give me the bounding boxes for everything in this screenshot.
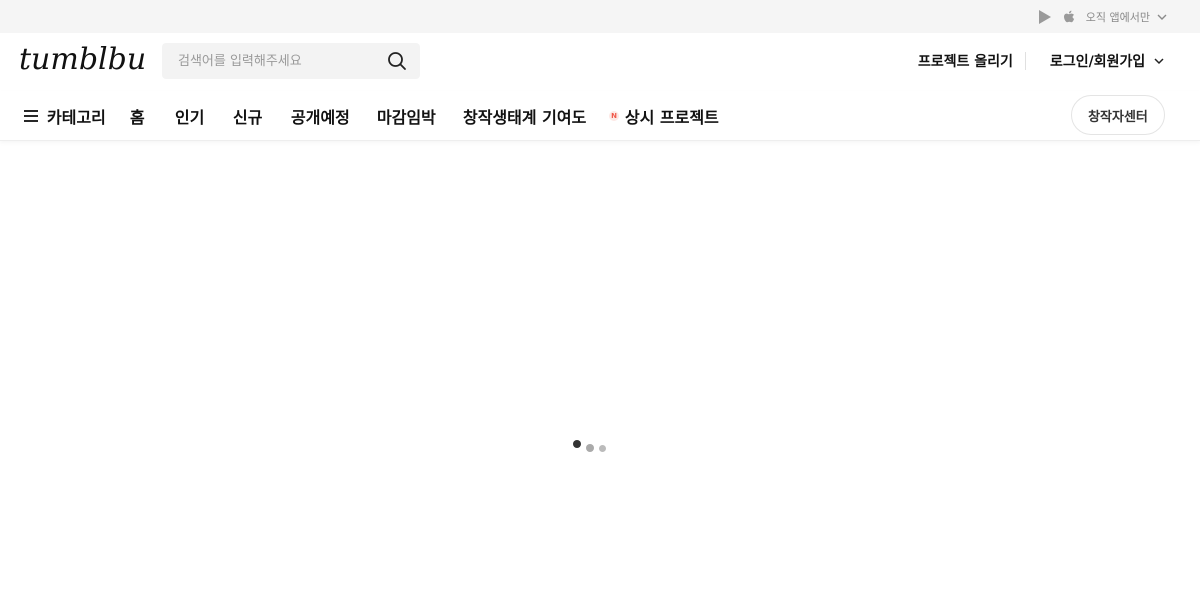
chevron-down-icon[interactable] [1156,11,1168,23]
upload-project-link[interactable]: 프로젝트 올리기 [918,51,1013,71]
header-divider [1025,52,1026,70]
nav-always-on-label[interactable]: 상시 프로젝트 [625,104,719,128]
loading-indicator [572,440,612,454]
new-badge: N [609,111,619,121]
search-box [162,43,420,79]
loading-dot [586,444,594,452]
nav-popular[interactable]: 인기 [175,104,204,128]
nav-category[interactable]: 카테고리 [24,104,106,128]
header: tumblbug 프로젝트 올리기 로그인/회원가입 [0,33,1200,91]
app-promo-bar: 오직 앱에서만 [0,0,1200,33]
chevron-down-icon[interactable] [1153,55,1165,67]
nav-home[interactable]: 홈 [130,104,145,128]
search-icon[interactable] [387,51,407,71]
apple-icon[interactable] [1060,8,1078,26]
loading-dot [573,440,581,448]
logo-text: tumblbug [19,42,145,77]
login-signup-label[interactable]: 로그인/회원가입 [1050,51,1145,71]
main-nav: 카테고리 홈 인기 신규 공개예정 마감임박 창작생태계 기여도 N 상시 프로… [0,91,1200,141]
app-download-menu[interactable]: 오직 앱에서만 [1036,8,1168,26]
google-play-icon[interactable] [1036,8,1054,26]
creator-center-button[interactable]: 창작자센터 [1071,95,1165,135]
search-input[interactable] [162,43,382,79]
nav-new[interactable]: 신규 [233,104,262,128]
nav-ecosystem-contribution[interactable]: 창작생태계 기여도 [463,104,586,128]
loading-dot [599,445,606,452]
app-only-label[interactable]: 오직 앱에서만 [1086,9,1150,25]
login-signup-menu[interactable]: 로그인/회원가입 [1050,51,1165,71]
nav-category-label[interactable]: 카테고리 [47,104,106,128]
tumblbug-logo[interactable]: tumblbug [19,42,165,78]
hamburger-menu-icon[interactable] [24,110,40,124]
nav-coming-soon[interactable]: 공개예정 [291,104,350,128]
nav-ending-soon[interactable]: 마감임박 [377,104,436,128]
nav-always-on-projects[interactable]: N 상시 프로젝트 [609,104,719,128]
